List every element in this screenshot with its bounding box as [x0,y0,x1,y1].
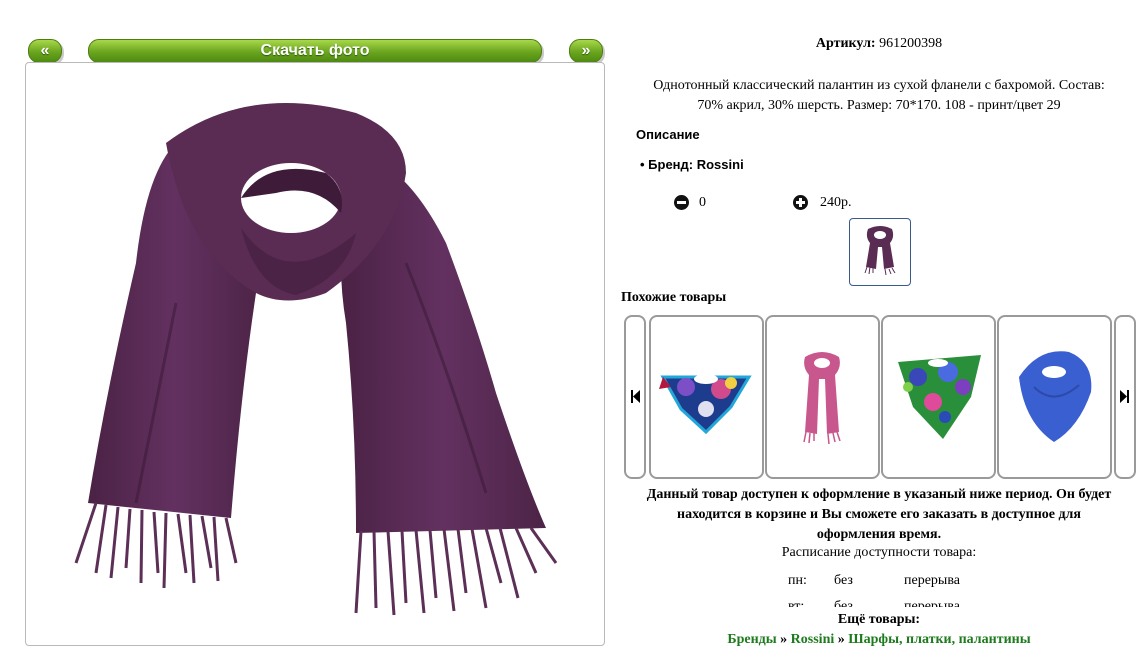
schedule-row: вт: без перерыва [760,599,1000,607]
schedule-value-a: без [834,599,853,607]
bullet-icon: • [640,157,649,172]
more-title-text: Ещё товары: [837,612,921,627]
article-label: Артикул: [815,36,876,51]
schedule-value-b: перерыва [904,573,960,588]
minus-icon[interactable] [674,195,689,210]
download-label: Скачать фото [260,42,370,59]
carousel-prev-button[interactable] [624,315,646,479]
schedule-value-a: без [834,573,853,588]
description-heading: Описание [636,127,700,142]
skip-forward-icon [1120,390,1129,403]
schedule-row: пн: без перерыва [760,573,1000,599]
more-products-title: Ещё товары: [612,612,1146,628]
brand-item: • Бренд: Rossini [640,157,744,172]
schedule-value-b: перерыва [904,599,960,607]
schedule-title-text: Расписание доступности товара: [781,545,977,560]
similar-item-3[interactable] [881,315,996,479]
schedule-table[interactable]: пн: без перерыва вт: без перерыва [760,567,1000,607]
similar-item-1[interactable] [649,315,764,479]
breadcrumb-rossini-link[interactable]: Rossini [791,632,835,647]
carousel-next-button[interactable] [1114,315,1136,479]
description-line-1: Однотонный классический палантин из сухо… [653,78,1105,93]
article-line: Артикул: 961200398 [612,36,1146,52]
brand-label: Бренд: Rossini [648,157,744,172]
breadcrumb-separator: » [780,632,788,647]
notice-line-2: находится в корзине и Вы сможете его зак… [677,507,1081,522]
scarf-image [74,103,558,616]
schedule-title: Расписание доступности товара: [612,545,1146,561]
notice-line-3: оформления время. [816,527,942,542]
description-line-2: 70% акрил, 30% шерсть. Размер: 70*170. 1… [697,98,1061,113]
similar-item-4[interactable] [997,315,1112,479]
quantity-value: 0 [699,195,706,210]
download-photo-button[interactable]: Скачать фото [88,39,542,63]
similar-item-2[interactable] [765,315,880,479]
floral-scarf-image [898,355,981,439]
next-photo-button[interactable]: » [569,39,603,63]
breadcrumb-brands-link[interactable]: Бренды [727,632,776,647]
breadcrumb-scarves-link[interactable]: Шарфы, платки, палантины [848,632,1030,647]
silk-scarf-blue-image [659,374,752,435]
plus-icon[interactable] [793,195,808,210]
availability-notice: Данный товар доступен к оформление в ука… [612,485,1146,545]
breadcrumb: Бренды » Rossini » Шарфы, платки, палант… [612,632,1146,648]
product-description: Однотонный классический палантин из сухо… [612,76,1146,116]
prev-photo-button[interactable]: « [28,39,62,63]
skip-back-icon [631,390,640,403]
similar-products-title: Похожие товары [621,290,727,305]
thumbnail-scarf-image [864,226,896,276]
prev-label: « [40,42,50,59]
notice-line-1: Данный товар доступен к оформление в ука… [646,487,1112,502]
price-value: 240р. [820,195,852,210]
breadcrumb-separator: » [837,632,845,647]
next-label: » [581,42,591,59]
article-value: 961200398 [879,36,943,51]
blue-scarf-image [1019,351,1092,442]
schedule-day: пн: [788,573,807,588]
product-thumbnail[interactable] [849,218,911,286]
product-photo [25,62,605,646]
schedule-day: вт: [788,599,805,607]
pink-scarf-image [803,352,841,445]
